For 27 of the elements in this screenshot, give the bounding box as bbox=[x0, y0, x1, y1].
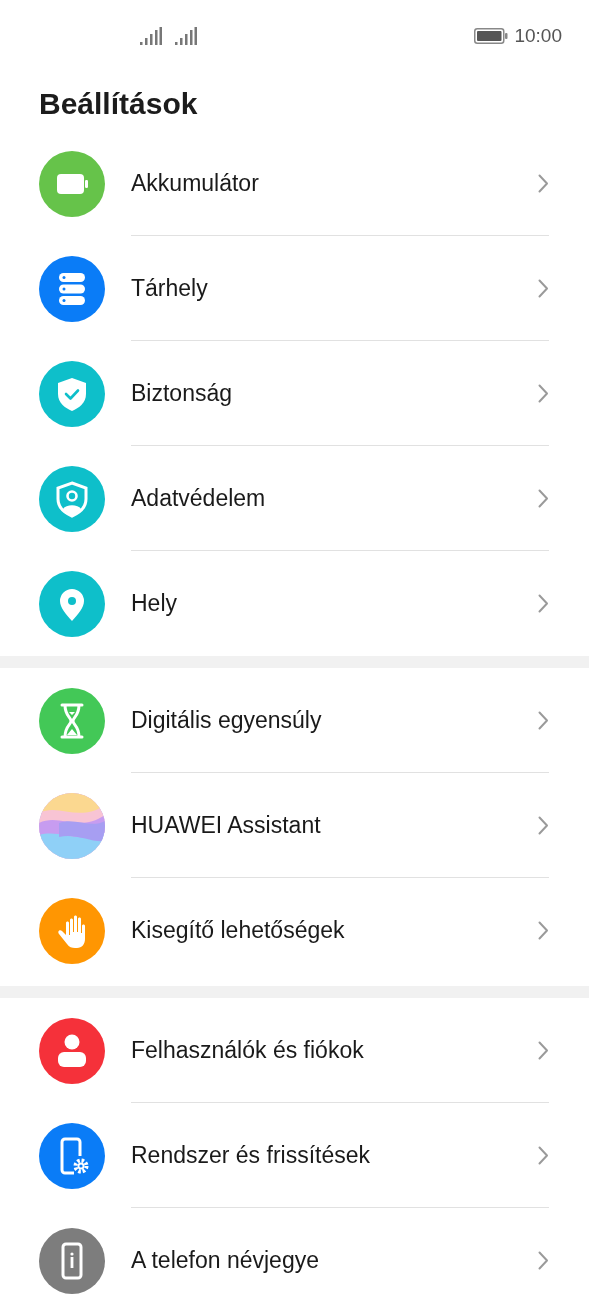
settings-item[interactable]: Kisegítő lehetőségek bbox=[131, 917, 345, 944]
chevron-right-icon bbox=[538, 1251, 549, 1270]
settings-item[interactable]: A telefon névjegye bbox=[131, 1247, 319, 1274]
clock-time: 10:00 bbox=[514, 25, 562, 47]
settings-item[interactable]: Hely bbox=[131, 590, 177, 617]
chevron-right-icon bbox=[538, 921, 549, 940]
chevron-right-icon bbox=[538, 278, 549, 298]
chevron-right-icon bbox=[538, 710, 549, 730]
battery-icon bbox=[474, 28, 509, 44]
signal-icon bbox=[140, 27, 162, 45]
settings-item[interactable]: Felhasználók és fiókok bbox=[131, 1036, 364, 1064]
chevron-right-icon bbox=[538, 383, 549, 403]
signal-icon bbox=[175, 27, 197, 45]
chevron-right-icon bbox=[538, 1145, 549, 1165]
page-title: Beállítások bbox=[38, 86, 199, 122]
settings-item[interactable]: Tárhely bbox=[131, 274, 208, 302]
settings-item[interactable]: Akkumulátor bbox=[131, 169, 259, 197]
chevron-right-icon bbox=[538, 815, 549, 835]
settings-item[interactable]: Adatvédelem bbox=[131, 484, 266, 512]
settings-item[interactable]: HUAWEI Assistant bbox=[131, 811, 321, 839]
settings-item[interactable]: Rendszer és frissítések bbox=[131, 1141, 371, 1169]
settings-item[interactable]: Digitális egyensúly bbox=[131, 706, 322, 734]
chevron-right-icon bbox=[538, 1040, 549, 1060]
chevron-right-icon bbox=[538, 488, 549, 508]
chevron-right-icon bbox=[538, 173, 549, 193]
settings-item[interactable]: Biztonság bbox=[131, 379, 232, 407]
chevron-right-icon bbox=[538, 594, 549, 613]
